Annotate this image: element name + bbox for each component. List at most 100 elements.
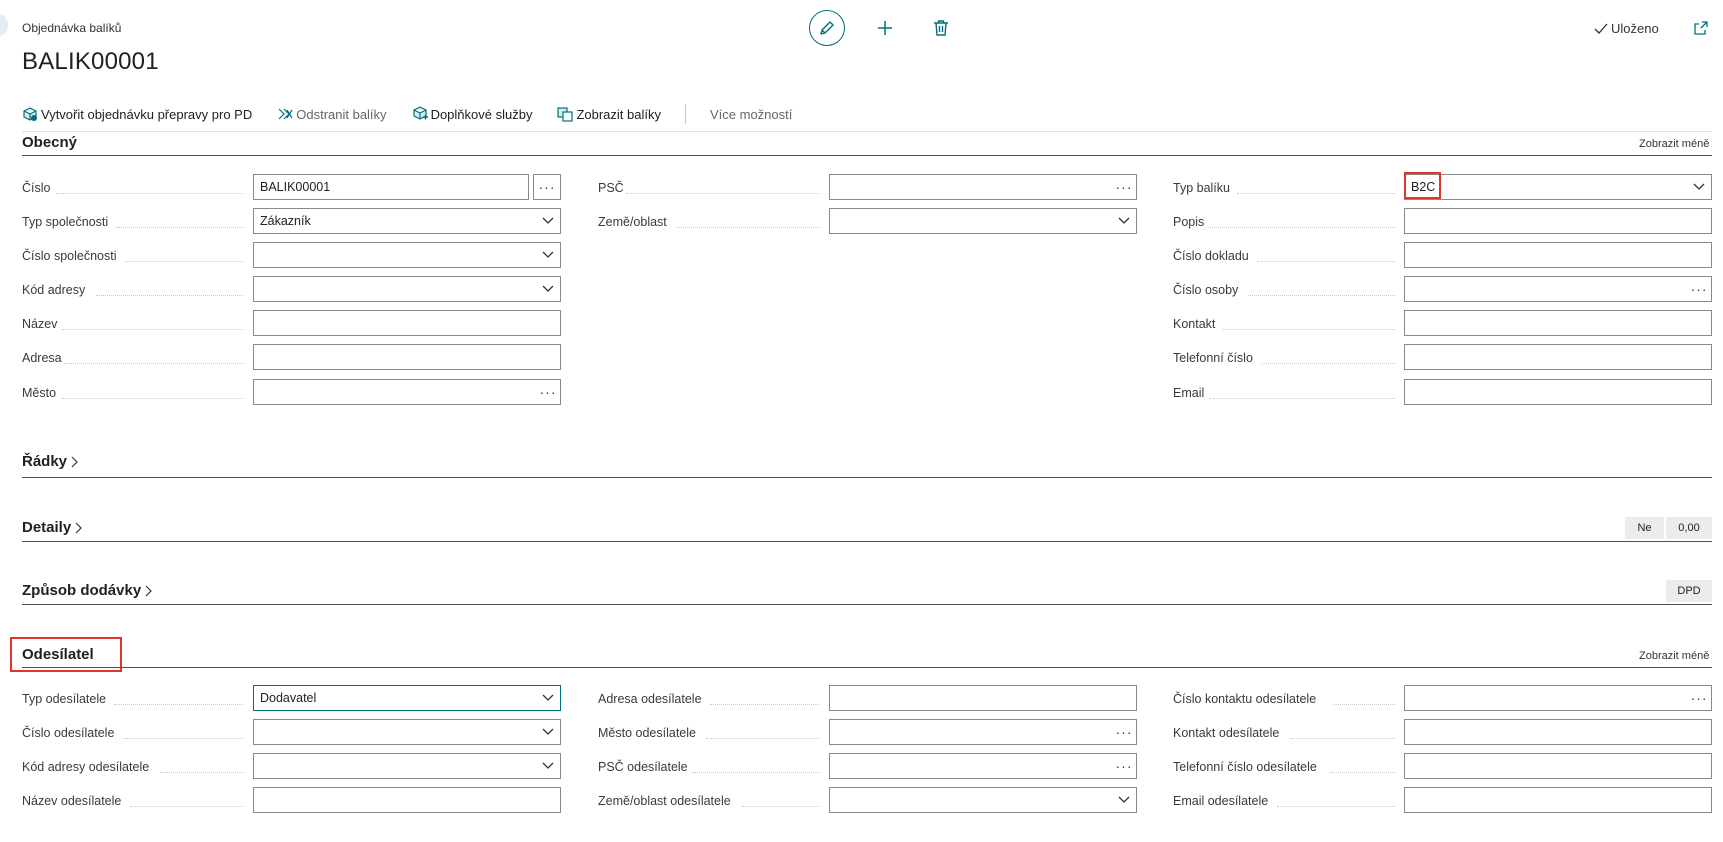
leader-dots (62, 329, 244, 330)
leader-dots (710, 704, 820, 705)
more-options-button[interactable]: Více možností (710, 107, 792, 122)
field-label-psc: PSČ (598, 181, 624, 195)
typ-baliku-highlight (1404, 172, 1441, 199)
chevron-down-icon (1118, 796, 1130, 803)
cislo-osoby-field[interactable]: ··· (1404, 276, 1712, 302)
psc-lookup[interactable]: ··· (1112, 179, 1136, 195)
chevron-down-icon (542, 694, 554, 701)
kontakt-odesilatele-field[interactable] (1404, 719, 1712, 745)
leader-dots (677, 227, 820, 228)
typ-odesilatele-dropdown[interactable]: Dodavatel (253, 685, 561, 711)
mesto-odesilatele-field[interactable]: ··· (829, 719, 1137, 745)
typ-spolecnosti-value: Zákazník (260, 214, 311, 228)
saved-label: Uloženo (1611, 21, 1659, 36)
zeme-oblast-dropdown[interactable] (829, 208, 1137, 234)
additional-services-action[interactable]: Doplňkové služby (412, 106, 532, 122)
field-label-typ-baliku: Typ balíku (1173, 181, 1230, 195)
action-bar-divider (22, 131, 1712, 132)
cislo-kontaktu-odesilatele-field[interactable]: ··· (1404, 685, 1712, 711)
cislo-spolecnosti-dropdown[interactable] (253, 242, 561, 268)
open-in-new-window-button[interactable] (1691, 18, 1711, 38)
field-label-telefonni-cislo: Telefonní číslo (1173, 351, 1253, 365)
cislo-field[interactable]: BALIK00001 (253, 174, 529, 200)
typ-spolecnosti-dropdown[interactable]: Zákazník (253, 208, 561, 234)
section-title-general[interactable]: Obecný (22, 134, 77, 151)
telefonni-cislo-field[interactable] (1404, 344, 1712, 370)
details-badge-ne: Ne (1625, 517, 1664, 539)
cislo-odesilatele-dropdown[interactable] (253, 719, 561, 745)
mesto-odesilatele-lookup[interactable]: ··· (1112, 724, 1136, 740)
field-label-kontakt: Kontakt (1173, 317, 1216, 331)
remove-packages-action[interactable]: Odstranit balíky (277, 106, 387, 122)
field-label-cislo-osoby: Číslo osoby (1173, 283, 1239, 297)
leader-dots (742, 806, 820, 807)
show-packages-label: Zobrazit balíky (576, 106, 661, 122)
mesto-field[interactable]: ··· (253, 379, 561, 405)
create-shipment-order-action[interactable]: Vytvořit objednávku přepravy pro PD (22, 106, 252, 122)
leader-dots (96, 295, 244, 296)
field-label-popis: Popis (1173, 215, 1205, 229)
section-header-lines[interactable]: Řádky (22, 453, 79, 470)
field-label-cislo-kontaktu-odesilatele: Číslo kontaktu odesílatele (1173, 692, 1317, 706)
leader-dots (1257, 261, 1395, 262)
leader-dots (125, 261, 244, 262)
remove-packages-label: Odstranit balíky (296, 106, 387, 122)
leader-dots (626, 193, 820, 194)
email-field[interactable] (1404, 379, 1712, 405)
chevron-right-icon (75, 522, 83, 533)
chevron-down-icon (542, 217, 554, 224)
adresa-field[interactable] (253, 344, 561, 370)
chevron-down-icon (542, 728, 554, 735)
section-rule-general (22, 155, 1712, 156)
chevron-right-icon (71, 456, 78, 467)
psc-odesilatele-lookup[interactable]: ··· (1112, 758, 1136, 774)
kod-adresy-odesilatele-dropdown[interactable] (253, 753, 561, 779)
section-title-details: Detaily (22, 519, 72, 536)
psc-odesilatele-field[interactable]: ··· (829, 753, 1137, 779)
leader-dots (123, 738, 244, 739)
field-label-adresa-odesilatele: Adresa odesílatele (598, 692, 702, 706)
field-label-zeme-oblast: Země/oblast (598, 215, 667, 229)
cislo-dokladu-field[interactable] (1404, 242, 1712, 268)
nazev-field[interactable] (253, 310, 561, 336)
mesto-lookup[interactable]: ··· (536, 384, 560, 400)
field-label-mesto-odesilatele: Město odesílatele (598, 726, 696, 740)
leader-dots (62, 398, 244, 399)
nazev-odesilatele-field[interactable] (253, 787, 561, 813)
details-badge-amount: 0,00 (1666, 517, 1712, 539)
leader-dots (1208, 227, 1395, 228)
cislo-osoby-lookup[interactable]: ··· (1687, 281, 1711, 297)
popis-field[interactable] (1404, 208, 1712, 234)
kod-adresy-dropdown[interactable] (253, 276, 561, 302)
telefonni-cislo-odesilatele-field[interactable] (1404, 753, 1712, 779)
field-label-typ-spolecnosti: Typ společnosti (22, 215, 109, 229)
section-rule-details (22, 541, 1712, 542)
section-title-lines: Řádky (22, 453, 68, 470)
general-show-less-link[interactable]: Zobrazit méně (1639, 138, 1709, 150)
action-bar: Vytvořit objednávku přepravy pro PD Odst… (22, 104, 817, 124)
adresa-odesilatele-field[interactable] (829, 685, 1137, 711)
delete-button[interactable] (929, 14, 953, 42)
edit-button[interactable] (809, 10, 845, 46)
zeme-oblast-odesilatele-dropdown[interactable] (829, 787, 1137, 813)
cislo-kontaktu-odesilatele-lookup[interactable]: ··· (1687, 690, 1711, 706)
sender-show-less-link[interactable]: Zobrazit méně (1639, 650, 1709, 662)
leader-dots (116, 227, 244, 228)
psc-field[interactable]: ··· (829, 174, 1137, 200)
typ-baliku-dropdown[interactable]: B2C (1404, 174, 1712, 200)
popout-icon (1694, 21, 1708, 35)
field-label-cislo-spolecnosti: Číslo společnosti (22, 249, 117, 263)
section-rule-lines (22, 477, 1712, 478)
section-header-details[interactable]: Detaily (22, 519, 83, 536)
new-button[interactable] (872, 14, 898, 42)
cislo-assist-button[interactable]: ··· (533, 174, 561, 200)
field-label-nazev-odesilatele: Název odesílatele (22, 794, 122, 808)
email-odesilatele-field[interactable] (1404, 787, 1712, 813)
section-header-delivery[interactable]: Způsob dodávky (22, 582, 153, 599)
leader-dots (1277, 806, 1395, 807)
show-packages-action[interactable]: Zobrazit balíky (557, 106, 661, 122)
chevron-down-icon (542, 285, 554, 292)
remove-packages-icon (278, 108, 293, 120)
field-label-zeme-oblast-odesilatele: Země/oblast odesílatele (598, 794, 731, 808)
kontakt-field[interactable] (1404, 310, 1712, 336)
